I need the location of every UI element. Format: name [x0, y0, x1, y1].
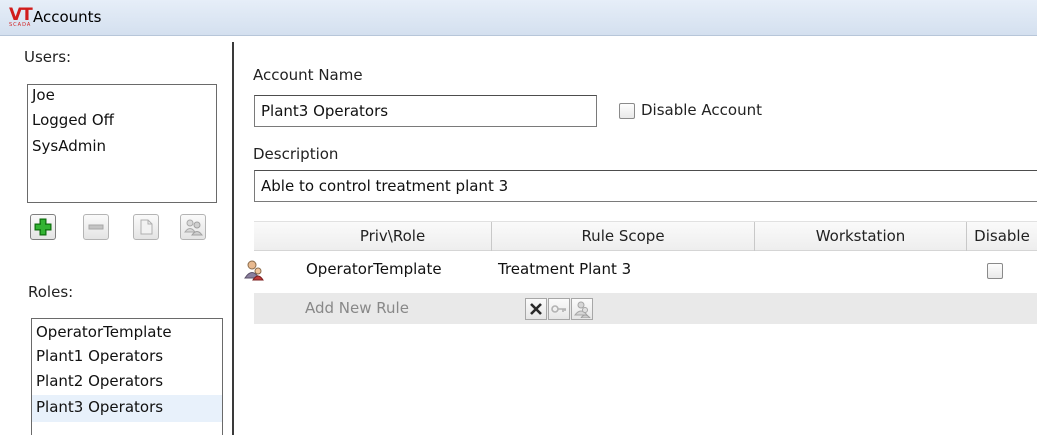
- logo-subtext: SCADA: [9, 22, 32, 28]
- list-item-role[interactable]: OperatorTemplate: [32, 319, 222, 344]
- column-disable[interactable]: Disable: [966, 222, 1037, 251]
- description-input[interactable]: Able to control treatment plant 3: [254, 170, 1037, 202]
- panel-divider: [232, 42, 234, 435]
- account-name-input[interactable]: Plant3 Operators: [254, 95, 597, 127]
- users-button[interactable]: [180, 214, 206, 240]
- column-workstation[interactable]: Workstation: [754, 222, 966, 251]
- delete-rule-button[interactable]: [525, 298, 547, 320]
- role-rule-button[interactable]: [571, 298, 593, 320]
- workstation-cell: [754, 254, 966, 285]
- rules-grid-header: Priv\Role Rule Scope Workstation Disable: [254, 221, 1037, 251]
- copy-button[interactable]: [133, 214, 159, 240]
- account-name-label: Account Name: [253, 66, 363, 84]
- description-label: Description: [253, 145, 339, 163]
- column-icon: [254, 222, 294, 251]
- remove-button[interactable]: [83, 214, 109, 240]
- list-item-user[interactable]: SysAdmin: [28, 135, 216, 160]
- users-label: Users:: [24, 48, 72, 66]
- users-icon: [184, 219, 203, 236]
- window-title: Accounts: [33, 8, 102, 26]
- list-item-role-selected[interactable]: Plant3 Operators: [32, 395, 222, 422]
- add-icon: [34, 218, 52, 236]
- list-item-user[interactable]: Logged Off: [28, 106, 216, 135]
- disable-account-label: Disable Account: [641, 101, 762, 119]
- delete-icon: [530, 303, 542, 315]
- list-item-role[interactable]: Plant2 Operators: [32, 369, 222, 395]
- add-rule-label: Add New Rule: [305, 299, 409, 317]
- priv-role-cell: OperatorTemplate: [306, 260, 442, 278]
- title-bar: VT SCADA Accounts: [0, 0, 1037, 36]
- role-icon: [244, 260, 264, 281]
- key-icon: [551, 305, 566, 313]
- users-list[interactable]: Joe Logged Off SysAdmin: [27, 84, 217, 203]
- role-icon: [573, 301, 591, 318]
- add-rule-row[interactable]: Add New Rule: [254, 293, 1037, 324]
- app-logo: VT SCADA: [9, 5, 35, 28]
- roles-label: Roles:: [28, 283, 74, 301]
- rule-disable-checkbox[interactable]: [987, 263, 1003, 279]
- column-priv-role[interactable]: Priv\Role: [294, 222, 491, 251]
- key-rule-button[interactable]: [548, 298, 570, 320]
- disable-account-checkbox[interactable]: [619, 103, 635, 119]
- rule-scope-cell: Treatment Plant 3: [498, 260, 632, 278]
- copy-icon: [140, 219, 153, 235]
- add-button[interactable]: [30, 214, 56, 240]
- list-item-role[interactable]: Plant1 Operators: [32, 344, 222, 369]
- list-item-user[interactable]: Joe: [28, 85, 216, 106]
- roles-list[interactable]: OperatorTemplate Plant1 Operators Plant2…: [31, 318, 223, 435]
- table-row[interactable]: OperatorTemplate Treatment Plant 3: [244, 254, 1037, 285]
- column-rule-scope[interactable]: Rule Scope: [491, 222, 754, 251]
- remove-icon: [88, 224, 104, 230]
